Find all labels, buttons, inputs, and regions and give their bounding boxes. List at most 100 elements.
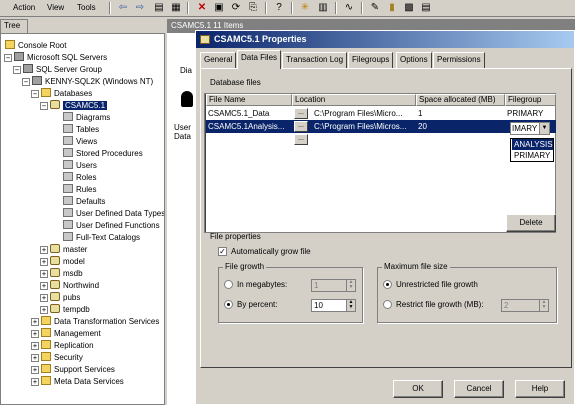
results-item-label[interactable]: Data [174,132,191,141]
column-header-location[interactable]: Location [292,94,416,106]
tree-item[interactable]: msdb [50,268,83,280]
tree-item[interactable]: Microsoft SQL Servers [14,52,107,64]
tree-item[interactable]: User Defined Functions [63,220,160,232]
wizard-icon[interactable]: ▥ [316,1,330,15]
tree-item[interactable]: Defaults [63,196,105,208]
chevron-down-icon[interactable]: ▼ [539,123,549,134]
expand-icon[interactable]: + [40,246,48,254]
expand-icon[interactable]: + [40,282,48,290]
cell-space[interactable]: 1 [416,107,505,120]
tree-item[interactable]: Replication [41,340,94,352]
column-header-filegroup[interactable]: Filegroup [505,94,556,106]
tab-filegroups[interactable]: Filegroups [348,52,394,68]
percent-radio[interactable] [224,300,233,309]
spin-arrows-icon[interactable]: ▲ ▼ [346,300,355,311]
filegroup-option[interactable]: ANALYSIS [512,139,553,150]
export-icon[interactable]: ⎘ [246,1,260,15]
column-header-space[interactable]: Space allocated (MB) [416,94,505,106]
properties-icon[interactable]: ▣ [212,1,226,15]
cell-file-name[interactable]: CSAMC5.1_Data [206,107,292,120]
tree-item[interactable]: master [50,244,87,256]
results-item-label[interactable]: Dia [180,66,192,75]
tree-item[interactable]: Security [41,352,83,364]
tab-data-files[interactable]: Data Files [237,50,282,69]
tab-transaction-log[interactable]: Transaction Log [282,52,348,68]
tree-item[interactable]: Databases [41,88,92,100]
megabytes-radio[interactable] [224,280,233,289]
tree-item[interactable]: Meta Data Services [41,376,124,388]
browse-button[interactable]: ... [294,134,308,145]
menu-action[interactable]: Action [13,3,35,12]
tree-item[interactable]: Diagrams [63,112,110,124]
spin-arrows-icon[interactable]: ▲ ▼ [539,300,548,311]
tree-item[interactable]: Northwind [50,280,99,292]
cell-space[interactable]: 20 [416,120,505,133]
tools-icon[interactable]: ▩ [402,1,416,15]
delete-button[interactable]: Delete [506,214,556,232]
tables-icon[interactable]: ▮ [385,1,399,15]
column-header-file-name[interactable]: File Name [206,94,292,106]
browse-button[interactable]: ... [294,121,308,132]
forward-icon[interactable]: ⇨ [133,1,147,15]
expand-icon[interactable]: + [40,258,48,266]
tree-item[interactable]: SQL Server Group [23,64,102,76]
collapse-icon[interactable]: − [31,90,39,98]
cancel-button[interactable]: Cancel [454,380,504,398]
tree-item[interactable]: Management [41,328,101,340]
browse-button[interactable]: ... [294,108,308,119]
expand-icon[interactable]: + [31,354,39,362]
spin-arrows-icon[interactable]: ▲ ▼ [346,280,355,291]
tree-item[interactable]: Stored Procedures [63,148,143,160]
expand-icon[interactable]: + [31,330,39,338]
percent-stepper[interactable]: 10 ▲ ▼ [311,299,356,312]
files-grid[interactable]: File Name Location Space allocated (MB) … [204,93,556,233]
tables-icon[interactable]: ▤ [419,1,433,15]
tree-item[interactable]: CSAMC5.1 [50,100,108,112]
tree-item[interactable]: pubs [50,292,80,304]
help-icon[interactable]: ? [272,1,286,15]
tree-tab[interactable]: Tree [0,19,28,33]
restrict-stepper[interactable]: 2 ▲ ▼ [501,299,549,312]
expand-icon[interactable]: + [31,342,39,350]
expand-icon[interactable]: + [40,270,48,278]
expand-icon[interactable]: + [31,378,39,386]
autogrow-checkbox[interactable]: ✓ [218,247,227,256]
tree-item[interactable]: Full-Text Catalogs [63,232,140,244]
tree-item[interactable]: Support Services [41,364,115,376]
expand-icon[interactable]: + [31,318,39,326]
collapse-icon[interactable]: − [22,78,30,86]
menu-view[interactable]: View [47,3,64,12]
megabytes-stepper[interactable]: 1 ▲ ▼ [311,279,356,292]
expand-icon[interactable]: + [40,294,48,302]
edit-icon[interactable]: ∿ [342,1,356,15]
tree-item[interactable]: model [50,256,85,268]
ok-button[interactable]: OK [393,380,443,398]
menu-tools[interactable]: Tools [77,3,96,12]
collapse-icon[interactable]: − [13,66,21,74]
tree-item[interactable]: KENNY-SQL2K (Windows NT) [32,76,153,88]
tree-item[interactable]: tempdb [50,304,90,316]
tree-item[interactable]: Rules [63,184,96,196]
help-button[interactable]: Help [515,380,565,398]
collapse-icon[interactable]: − [40,102,48,110]
refresh-icon[interactable]: ⟳ [229,1,243,15]
results-item-label[interactable]: User [174,123,191,132]
tree-item[interactable]: Data Transformation Services [41,316,159,328]
cell-location[interactable]: C:\Program Files\Micro... [312,107,416,120]
expand-icon[interactable]: + [31,366,39,374]
cell-file-name[interactable]: CSAMC5.1Analysis... [206,120,292,133]
delete-icon[interactable]: ✕ [195,1,209,15]
back-icon[interactable]: ⇦ [116,1,130,15]
database-icon[interactable]: ✎ [368,1,382,15]
collapse-icon[interactable]: − [4,54,12,62]
show-tree-icon[interactable]: ▦ [169,1,183,15]
new-server-icon[interactable]: ✳ [298,1,312,15]
user-icon[interactable] [181,91,193,107]
unrestricted-radio[interactable] [383,280,392,289]
tree-item[interactable]: Tables [63,124,99,136]
filegroup-dropdown[interactable]: IMARY ▼ [510,122,550,135]
up-icon[interactable]: ▤ [152,1,166,15]
tab-options[interactable]: Options [396,52,432,68]
restrict-radio[interactable] [383,300,392,309]
tab-permissions[interactable]: Permissions [433,52,485,68]
